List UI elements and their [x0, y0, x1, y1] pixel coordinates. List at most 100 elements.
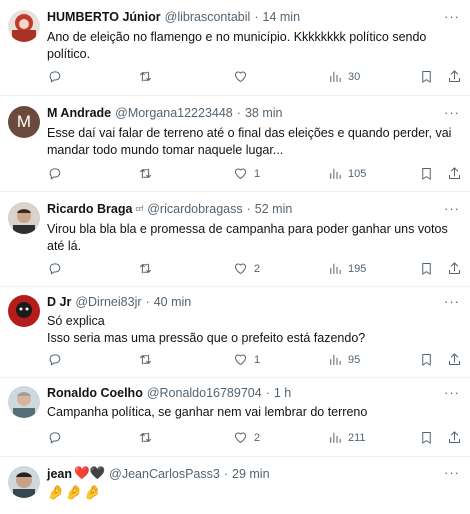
- author-name[interactable]: D Jr: [47, 295, 71, 309]
- tweet-item[interactable]: jean ❤️🖤 @JeanCarlosPass3 · 29 min ··· 🤌…: [0, 457, 470, 514]
- name-emoji: ❤️🖤: [74, 466, 106, 480]
- author-handle[interactable]: @Morgana12223448: [115, 106, 233, 120]
- tweet-time[interactable]: 52 min: [255, 202, 293, 216]
- more-icon[interactable]: ···: [444, 105, 460, 120]
- like-button[interactable]: [233, 69, 254, 84]
- tweet-time[interactable]: 14 min: [263, 10, 301, 24]
- more-icon[interactable]: ···: [444, 9, 460, 24]
- avatar[interactable]: M: [8, 106, 40, 138]
- tweet-item[interactable]: M M Andrade @Morgana12223448 · 38 min ··…: [0, 96, 470, 192]
- more-icon[interactable]: ···: [444, 385, 460, 400]
- views-icon: [330, 168, 341, 179]
- tweet-header: HUMBERTO Júnior @librascontabil · 14 min: [47, 10, 462, 24]
- tweet-actions: 1 105: [0, 166, 470, 182]
- share-icon: [449, 431, 460, 443]
- like-count: 1: [254, 167, 261, 180]
- retweet-button[interactable]: [138, 166, 153, 181]
- bookmark-button[interactable]: [419, 166, 434, 181]
- tweet-item[interactable]: HUMBERTO Júnior @librascontabil · 14 min…: [0, 0, 470, 96]
- author-handle[interactable]: @Ronaldo16789704: [147, 386, 262, 400]
- like-count: 2: [254, 431, 261, 444]
- reply-button[interactable]: [47, 166, 68, 181]
- tweet-item[interactable]: Ricardo Braga crf @ricardobragass · 52 m…: [0, 192, 470, 287]
- reply-button[interactable]: [47, 69, 68, 84]
- like-button[interactable]: 1: [233, 352, 260, 367]
- like-count: 1: [254, 353, 261, 366]
- reply-button[interactable]: [47, 261, 68, 276]
- more-icon[interactable]: ···: [444, 465, 460, 480]
- share-icon: [449, 353, 460, 365]
- share-button[interactable]: [447, 261, 462, 276]
- bookmark-icon: [422, 168, 431, 180]
- separator-dot: ·: [145, 295, 150, 309]
- views-icon: [330, 71, 341, 82]
- share-button[interactable]: [447, 69, 462, 84]
- tweet-time[interactable]: 1 h: [274, 386, 291, 400]
- author-name[interactable]: Ronaldo Coelho: [47, 386, 143, 400]
- avatar[interactable]: [8, 466, 40, 498]
- retweet-button[interactable]: [138, 261, 153, 276]
- bookmark-icon: [422, 263, 431, 275]
- tweet-time[interactable]: 40 min: [154, 295, 192, 309]
- avatar[interactable]: [8, 295, 40, 327]
- tweet-item[interactable]: Ronaldo Coelho @Ronaldo16789704 · 1 h ··…: [0, 378, 470, 457]
- tweet-item[interactable]: D Jr @Dirnei83jr · 40 min ··· Só explica…: [0, 287, 470, 378]
- share-button[interactable]: [447, 430, 462, 445]
- avatar[interactable]: [8, 386, 40, 418]
- bookmark-button[interactable]: [419, 69, 434, 84]
- author-handle[interactable]: @JeanCarlosPass3: [109, 467, 220, 481]
- author-name[interactable]: jean: [47, 467, 72, 481]
- like-icon: [235, 263, 246, 274]
- bookmark-button[interactable]: [419, 430, 434, 445]
- tweet-actions: 2 195: [0, 261, 470, 277]
- like-button[interactable]: 1: [233, 166, 260, 181]
- retweet-icon: [140, 168, 151, 179]
- more-icon[interactable]: ···: [444, 201, 460, 216]
- tweet-text: Ano de eleição no flamengo e no municípi…: [47, 30, 427, 61]
- tweet-time[interactable]: 29 min: [232, 467, 270, 481]
- reply-button[interactable]: [47, 352, 68, 367]
- share-icon: [449, 70, 460, 82]
- author-name[interactable]: M Andrade: [47, 106, 111, 120]
- more-icon[interactable]: ···: [444, 294, 460, 309]
- reply-button[interactable]: [47, 430, 68, 445]
- avatar[interactable]: [8, 10, 40, 42]
- retweet-button[interactable]: [138, 69, 153, 84]
- views-button[interactable]: 195: [327, 261, 366, 276]
- author-handle[interactable]: @Dirnei83jr: [75, 295, 141, 309]
- reply-icon: [49, 263, 61, 275]
- bookmark-button[interactable]: [419, 261, 434, 276]
- share-button[interactable]: [447, 352, 462, 367]
- views-button[interactable]: 211: [327, 430, 366, 445]
- views-button[interactable]: 30: [327, 69, 360, 84]
- author-name[interactable]: Ricardo Braga: [47, 202, 132, 216]
- retweet-button[interactable]: [138, 430, 153, 445]
- tweet-time[interactable]: 38 min: [245, 106, 283, 120]
- tweet-actions: 1 95: [0, 352, 470, 368]
- tweet-text: Virou bla bla bla e promessa de campanha…: [47, 222, 448, 253]
- like-icon: [235, 354, 246, 365]
- like-button[interactable]: 2: [233, 430, 260, 445]
- reply-icon: [49, 354, 61, 366]
- avatar-letter: M: [16, 112, 32, 131]
- retweet-icon: [140, 354, 151, 365]
- author-handle[interactable]: @librascontabil: [165, 10, 251, 24]
- retweet-icon: [140, 432, 151, 443]
- reply-icon: [49, 432, 61, 444]
- view-count: 30: [348, 70, 361, 83]
- avatar[interactable]: [8, 202, 40, 234]
- share-icon: [449, 262, 460, 274]
- tweet-header: jean ❤️🖤 @JeanCarlosPass3 · 29 min: [47, 466, 462, 481]
- author-handle[interactable]: @ricardobragass: [147, 202, 242, 216]
- retweet-icon: [140, 71, 151, 82]
- views-button[interactable]: 95: [327, 352, 360, 367]
- retweet-button[interactable]: [138, 352, 153, 367]
- bookmark-button[interactable]: [419, 352, 434, 367]
- views-button[interactable]: 105: [327, 166, 366, 181]
- share-button[interactable]: [447, 166, 462, 181]
- reply-feed: HUMBERTO Júnior @librascontabil · 14 min…: [0, 0, 470, 514]
- like-icon: [235, 168, 246, 179]
- author-name[interactable]: HUMBERTO Júnior: [47, 10, 161, 24]
- tweet-header: Ronaldo Coelho @Ronaldo16789704 · 1 h: [47, 386, 462, 400]
- like-button[interactable]: 2: [233, 261, 260, 276]
